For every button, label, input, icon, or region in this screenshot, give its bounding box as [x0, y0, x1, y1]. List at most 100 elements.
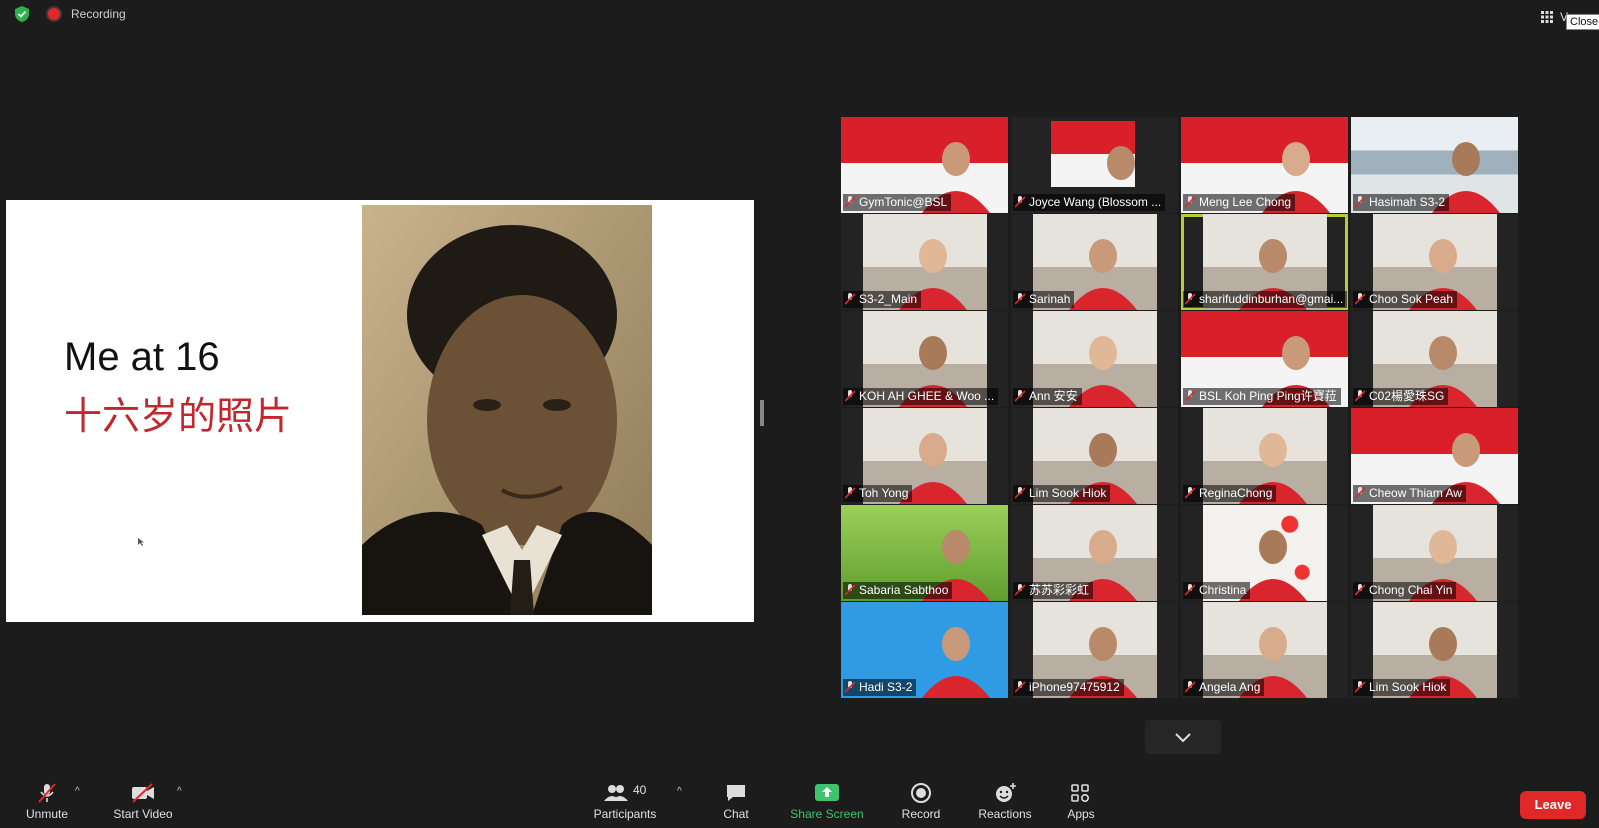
participant-tile[interactable]: Hadi S3-2	[841, 602, 1008, 698]
smiley-reactions-icon	[996, 783, 1016, 802]
participant-tile[interactable]: Lim Sook Hiok	[1011, 408, 1178, 504]
participant-name-label: C02楊愛珠SG	[1369, 389, 1445, 403]
participant-tile[interactable]: Sarinah	[1011, 214, 1178, 310]
participant-name: Hasimah S3-2	[1353, 194, 1450, 211]
participant-name-label: S3-2_Main	[859, 292, 918, 306]
muted-mic-icon	[1015, 390, 1025, 402]
participant-name: Sarinah	[1013, 291, 1075, 308]
participant-tile[interactable]: Joyce Wang (Blossom ...	[1011, 117, 1178, 213]
muted-mic-icon	[845, 293, 855, 305]
participant-tile[interactable]: Meng Lee Chong	[1181, 117, 1348, 213]
participant-tile[interactable]: Choo Sok Peah	[1351, 214, 1518, 310]
participant-name: Toh Yong	[843, 485, 913, 502]
participant-name-label: ReginaChong	[1199, 486, 1273, 500]
participant-tile[interactable]: Christina	[1181, 505, 1348, 601]
participant-name-label: Cheow Thiam Aw	[1369, 486, 1462, 500]
audio-options-caret-icon[interactable]: ^	[75, 786, 80, 797]
participant-tile[interactable]: Hasimah S3-2	[1351, 117, 1518, 213]
participant-tile[interactable]: Toh Yong	[841, 408, 1008, 504]
start-video-button[interactable]: Start Video	[108, 782, 178, 821]
participant-tile[interactable]: Sabaria Sabthoo	[841, 505, 1008, 601]
participant-name: Ann 安安	[1013, 388, 1082, 405]
participant-tile[interactable]: sharifuddinburhan@gmai...	[1181, 214, 1348, 310]
participant-name-label: Toh Yong	[859, 486, 909, 500]
record-button[interactable]: Record	[893, 782, 949, 821]
start-video-label: Start Video	[113, 807, 173, 821]
unmute-button[interactable]: Unmute	[22, 782, 72, 821]
participant-name: 苏苏彩彩虹	[1013, 582, 1094, 599]
participant-tile[interactable]: Angela Ang	[1181, 602, 1348, 698]
muted-mic-icon	[1185, 390, 1195, 402]
participants-icon: 40	[604, 783, 647, 801]
muted-mic-icon	[1015, 584, 1025, 596]
mouse-pointer-icon	[138, 538, 144, 546]
participant-tile[interactable]: Cheow Thiam Aw	[1351, 408, 1518, 504]
participant-name-label: Lim Sook Hiok	[1029, 486, 1107, 500]
participant-name: Angela Ang	[1183, 679, 1265, 696]
participant-name: Choo Sok Peah	[1353, 291, 1458, 308]
muted-mic-icon	[1355, 487, 1365, 499]
panel-splitter-handle[interactable]	[760, 400, 764, 426]
participant-name-label: Choo Sok Peah	[1369, 292, 1454, 306]
participant-tile[interactable]: Lim Sook Hiok	[1351, 602, 1518, 698]
participant-tile[interactable]: S3-2_Main	[841, 214, 1008, 310]
record-icon	[911, 783, 931, 803]
participant-name-label: Angela Ang	[1199, 680, 1261, 694]
participant-tile[interactable]: BSL Koh Ping Ping许寶菈	[1181, 311, 1348, 407]
record-label: Record	[901, 807, 941, 821]
chat-button[interactable]: Chat	[711, 782, 761, 821]
unmute-label: Unmute	[25, 807, 69, 821]
apps-button[interactable]: Apps	[1061, 782, 1101, 821]
participants-button[interactable]: 40 Participants	[590, 782, 660, 821]
apps-label: Apps	[1067, 807, 1095, 821]
muted-mic-icon	[1185, 584, 1195, 596]
video-off-icon	[132, 783, 154, 803]
muted-mic-icon	[1015, 293, 1025, 305]
security-shield-icon[interactable]	[14, 5, 30, 23]
participant-tile[interactable]: Chong Chai Yin	[1351, 505, 1518, 601]
video-options-caret-icon[interactable]: ^	[177, 786, 182, 797]
participant-name: Joyce Wang (Blossom ...	[1013, 194, 1166, 211]
participant-tile[interactable]: iPhone97475912	[1011, 602, 1178, 698]
participant-name-label: Lim Sook Hiok	[1369, 680, 1447, 694]
leave-button[interactable]: Leave	[1520, 791, 1586, 819]
muted-mic-icon	[1355, 584, 1365, 596]
muted-mic-icon	[1355, 196, 1365, 208]
recording-icon[interactable]	[48, 8, 60, 20]
participant-avatar	[1107, 146, 1135, 180]
participant-name: Cheow Thiam Aw	[1353, 485, 1466, 502]
muted-mic-icon	[1015, 681, 1025, 693]
participant-tile[interactable]: C02楊愛珠SG	[1351, 311, 1518, 407]
participant-name: S3-2_Main	[843, 291, 922, 308]
muted-mic-icon	[1185, 196, 1195, 208]
participant-name: BSL Koh Ping Ping许寶菈	[1183, 388, 1341, 405]
participant-name-label: Hadi S3-2	[859, 680, 913, 694]
participant-tile[interactable]: Ann 安安	[1011, 311, 1178, 407]
chat-label: Chat	[723, 807, 749, 821]
participant-name-label: Joyce Wang (Blossom ...	[1029, 195, 1162, 209]
reactions-button[interactable]: Reactions	[972, 782, 1038, 821]
reactions-label: Reactions	[978, 807, 1032, 821]
participant-name-label: iPhone97475912	[1029, 680, 1120, 694]
participant-name-label: KOH AH GHEE & Woo ...	[859, 389, 995, 403]
gallery-next-page-button[interactable]	[1145, 720, 1221, 754]
muted-mic-icon	[1185, 681, 1195, 693]
muted-mic-icon	[1185, 487, 1195, 499]
muted-mic-icon	[845, 196, 855, 208]
participant-name-label: sharifuddinburhan@gmai...	[1199, 292, 1344, 306]
participant-tile[interactable]: 苏苏彩彩虹	[1011, 505, 1178, 601]
share-screen-button[interactable]: Share Screen	[786, 782, 868, 821]
participant-tile[interactable]: ReginaChong	[1181, 408, 1348, 504]
slide-subtitle: 十六岁的照片	[64, 394, 293, 438]
muted-mic-icon	[1355, 681, 1365, 693]
participant-name: Christina	[1183, 582, 1251, 599]
participants-options-caret-icon[interactable]: ^	[677, 786, 682, 797]
participant-tile[interactable]: KOH AH GHEE & Woo ...	[841, 311, 1008, 407]
grid-view-icon[interactable]	[1540, 10, 1554, 24]
participant-name-label: GymTonic@BSL	[859, 195, 948, 209]
participant-name: Chong Chai Yin	[1353, 582, 1457, 599]
participant-tile[interactable]: GymTonic@BSL	[841, 117, 1008, 213]
participant-name: KOH AH GHEE & Woo ...	[843, 388, 999, 405]
participant-name: ReginaChong	[1183, 485, 1277, 502]
apps-icon	[1071, 784, 1090, 803]
